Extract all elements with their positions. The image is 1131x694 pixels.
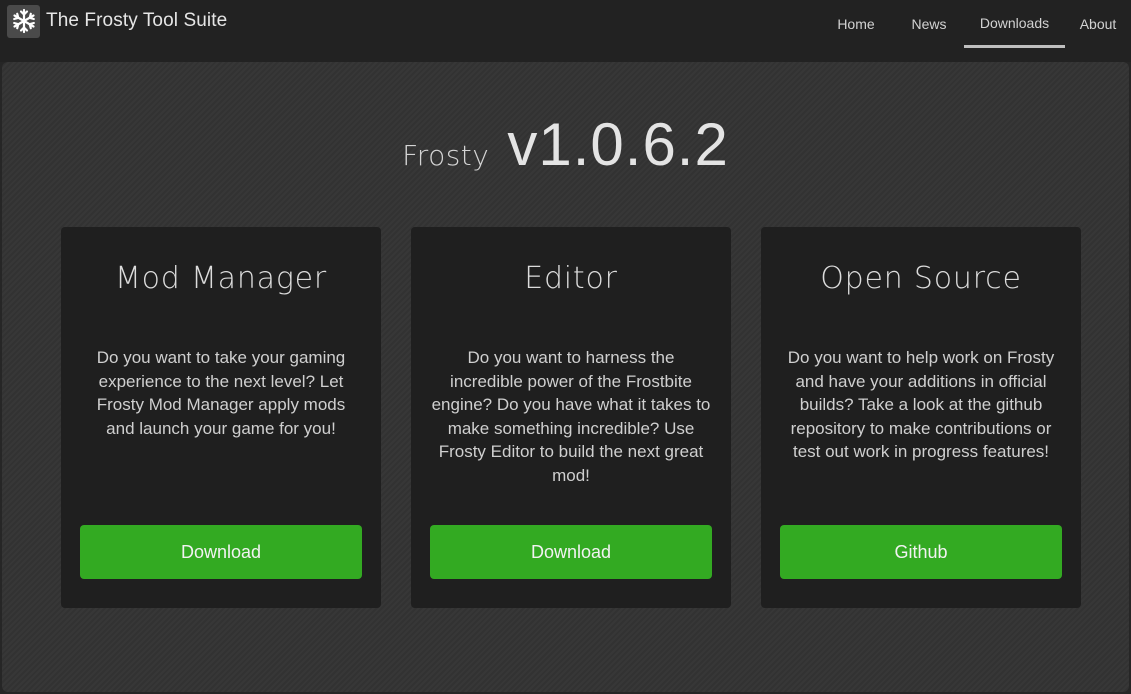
nav-downloads[interactable]: Downloads <box>964 0 1065 48</box>
card-title: Editor <box>524 261 618 296</box>
editor-download-button[interactable]: Download <box>430 525 712 579</box>
version-heading: Frosty v1.0.6.2 <box>2 110 1129 179</box>
card-title: Open Source <box>820 261 1022 296</box>
github-button[interactable]: Github <box>780 525 1062 579</box>
product-name: Frosty <box>402 139 490 172</box>
nav-about[interactable]: About <box>1065 0 1131 48</box>
mod-manager-download-button[interactable]: Download <box>80 525 362 579</box>
card-mod-manager: Mod Manager Do you want to take your gam… <box>61 227 381 608</box>
top-navbar: The Frosty Tool Suite Home News Download… <box>0 0 1131 62</box>
nav-news[interactable]: News <box>906 0 952 48</box>
card-description: Do you want to help work on Frosty and h… <box>787 348 1055 461</box>
card-editor: Editor Do you want to harness the incred… <box>411 227 731 608</box>
card-title: Mod Manager <box>114 261 328 296</box>
card-description: Do you want to harness the incredible po… <box>431 348 711 485</box>
site-title[interactable]: The Frosty Tool Suite <box>46 10 227 32</box>
snowflake-icon <box>7 4 40 38</box>
version-number: v1.0.6.2 <box>507 111 729 178</box>
card-open-source: Open Source Do you want to help work on … <box>761 227 1081 608</box>
main-content: Frosty v1.0.6.2 Mod Manager Do you want t… <box>2 62 1129 692</box>
main-nav: Home News Downloads About <box>812 0 1131 50</box>
brand[interactable]: The Frosty Tool Suite <box>7 4 227 38</box>
card-description: Do you want to take your gaming experien… <box>96 348 346 438</box>
nav-home[interactable]: Home <box>812 0 900 48</box>
